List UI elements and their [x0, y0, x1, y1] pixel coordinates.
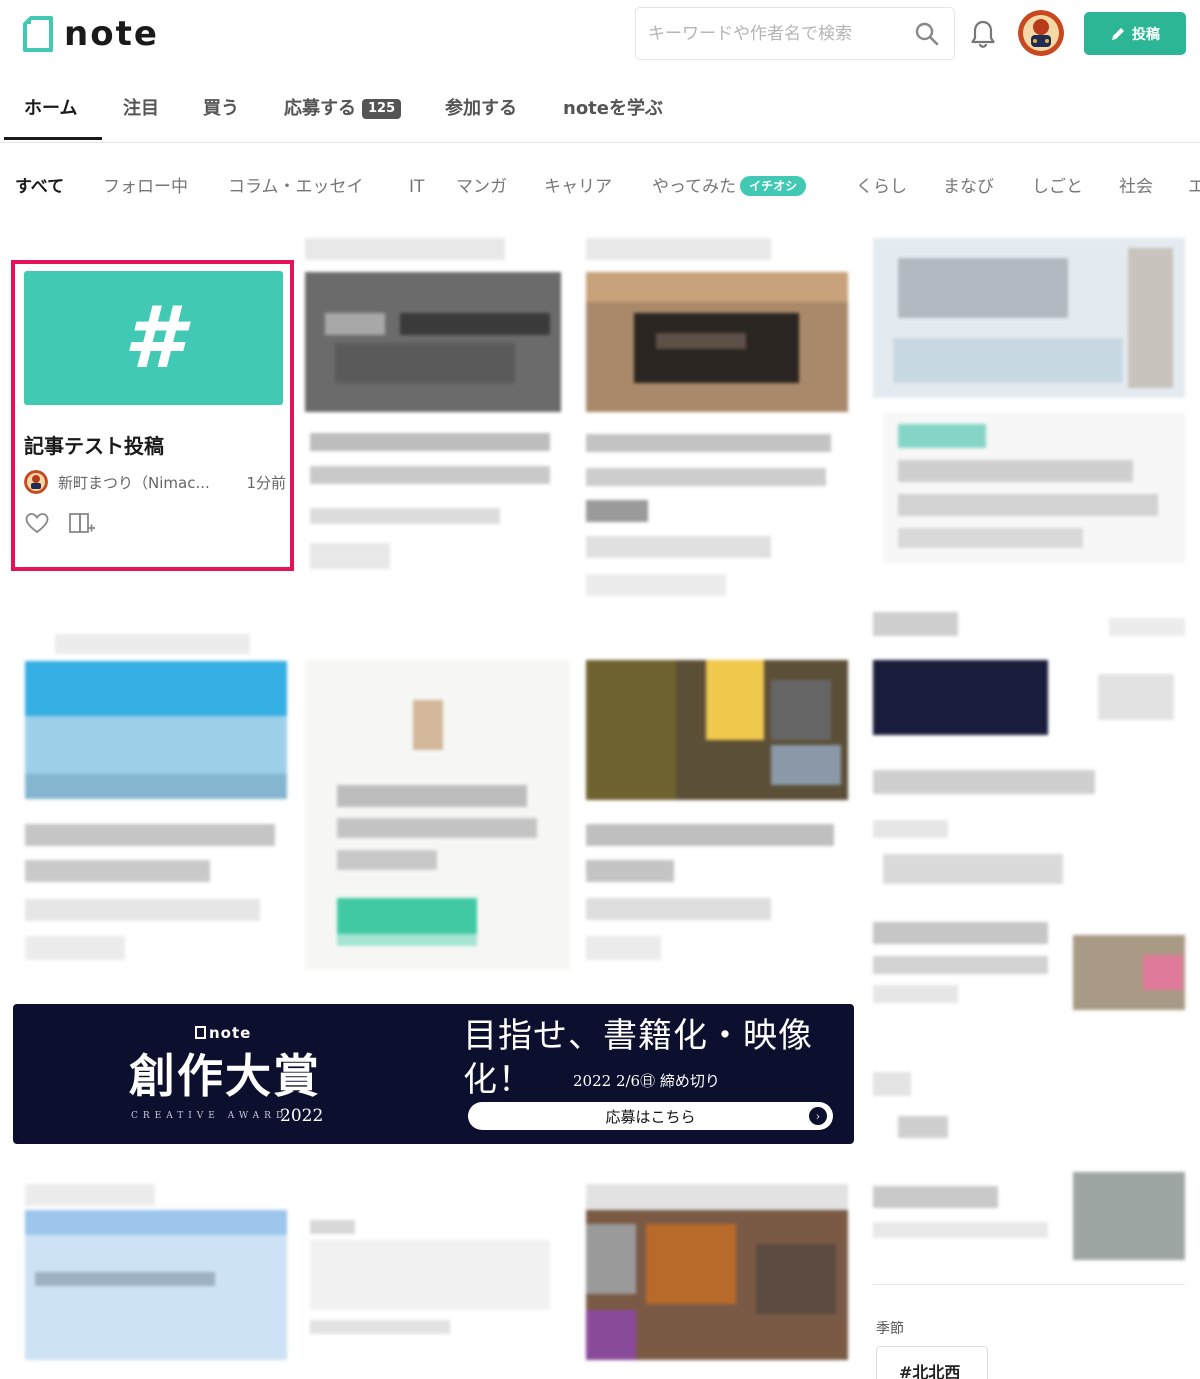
blurred-card [586, 1184, 848, 1360]
main-tabs: ホーム 注目 買う 応募する 125 参加する noteを学ぶ [0, 85, 1200, 143]
search-input[interactable] [648, 23, 908, 44]
banner-title: 創作大賞 [129, 1049, 321, 1103]
banner-deadline: 2022 2/6㊐ 締め切り [573, 1072, 720, 1090]
card-meta: 新町まつり（Nimac... 1分前 [24, 470, 286, 494]
active-tab-underline [4, 137, 102, 140]
category-column-essay[interactable]: コラム・エッセイ [228, 174, 364, 200]
author-name[interactable]: 新町まつり（Nimac... [58, 472, 232, 493]
magazine-add-icon[interactable] [68, 511, 96, 535]
pencil-icon [1112, 27, 1124, 40]
category-life[interactable]: くらし [856, 174, 907, 200]
category-career[interactable]: キャリア [544, 174, 612, 200]
blurred-card [25, 634, 287, 964]
category-work[interactable]: しごと [1032, 174, 1083, 200]
category-manga[interactable]: マンガ [456, 174, 507, 200]
hashtag-symbol: # [123, 288, 184, 388]
banner-logo: note [195, 1024, 251, 1042]
banner-subtitle: CREATIVE AWARD [131, 1111, 289, 1121]
creative-award-banner[interactable]: note 創作大賞 CREATIVE AWARD 2022 目指せ、書籍化・映像… [13, 1004, 854, 1144]
arrow-right-icon: › [809, 1107, 827, 1125]
blurred-card [586, 660, 848, 970]
blurred-card [305, 1220, 555, 1340]
bell-icon[interactable] [968, 18, 998, 50]
post-button-label: 投稿 [1132, 26, 1160, 43]
logo-text: note [64, 14, 159, 54]
card-title[interactable]: 記事テスト投稿 [24, 430, 164, 459]
apply-here-button[interactable]: 応募はこちら › [468, 1102, 833, 1130]
pick-badge: イチオシ [740, 176, 807, 196]
post-time: 1分前 [246, 473, 286, 492]
blurred-card [305, 238, 561, 578]
category-all[interactable]: すべて [15, 174, 64, 200]
user-avatar[interactable] [1018, 10, 1064, 56]
apply-count-badge: 125 [362, 99, 402, 119]
category-tried-it[interactable]: やってみた イチオシ [652, 174, 807, 200]
blurred-card [25, 1184, 287, 1360]
tab-apply[interactable]: 応募する 125 [284, 95, 402, 123]
search-icon[interactable] [914, 21, 940, 47]
category-society[interactable]: 社会 [1119, 174, 1153, 200]
sidebar-divider [873, 1284, 1185, 1285]
header: note 投稿 [0, 0, 1200, 70]
tab-learn[interactable]: noteを学ぶ [563, 95, 663, 123]
tab-home[interactable]: ホーム [24, 95, 77, 123]
heart-icon[interactable] [24, 511, 50, 535]
banner-year: 2022 [280, 1106, 324, 1126]
blurred-card [873, 238, 1185, 638]
category-learning[interactable]: まなび [943, 174, 994, 200]
category-it[interactable]: IT [409, 174, 424, 200]
blurred-card [586, 238, 848, 600]
category-following[interactable]: フォロー中 [103, 174, 188, 200]
post-button[interactable]: 投稿 [1084, 12, 1186, 55]
note-logo[interactable]: note [22, 14, 159, 54]
blurred-sidebar-items [873, 660, 1185, 1260]
season-label: 季節 [876, 1321, 904, 1337]
card-thumbnail[interactable]: # [24, 271, 283, 405]
search-box[interactable] [635, 7, 955, 60]
tab-join[interactable]: 参加する [445, 95, 517, 123]
category-more[interactable]: エ [1188, 174, 1200, 200]
tab-featured[interactable]: 注目 [123, 95, 159, 123]
note-logo-icon [23, 16, 53, 52]
category-bar: すべて フォロー中 コラム・エッセイ IT マンガ キャリア やってみた イチオシ… [0, 172, 1200, 204]
hashtag-chip[interactable]: #北北西 [876, 1346, 988, 1379]
tab-buy[interactable]: 買う [203, 95, 239, 123]
blurred-card [305, 660, 570, 970]
author-avatar[interactable] [24, 470, 48, 494]
